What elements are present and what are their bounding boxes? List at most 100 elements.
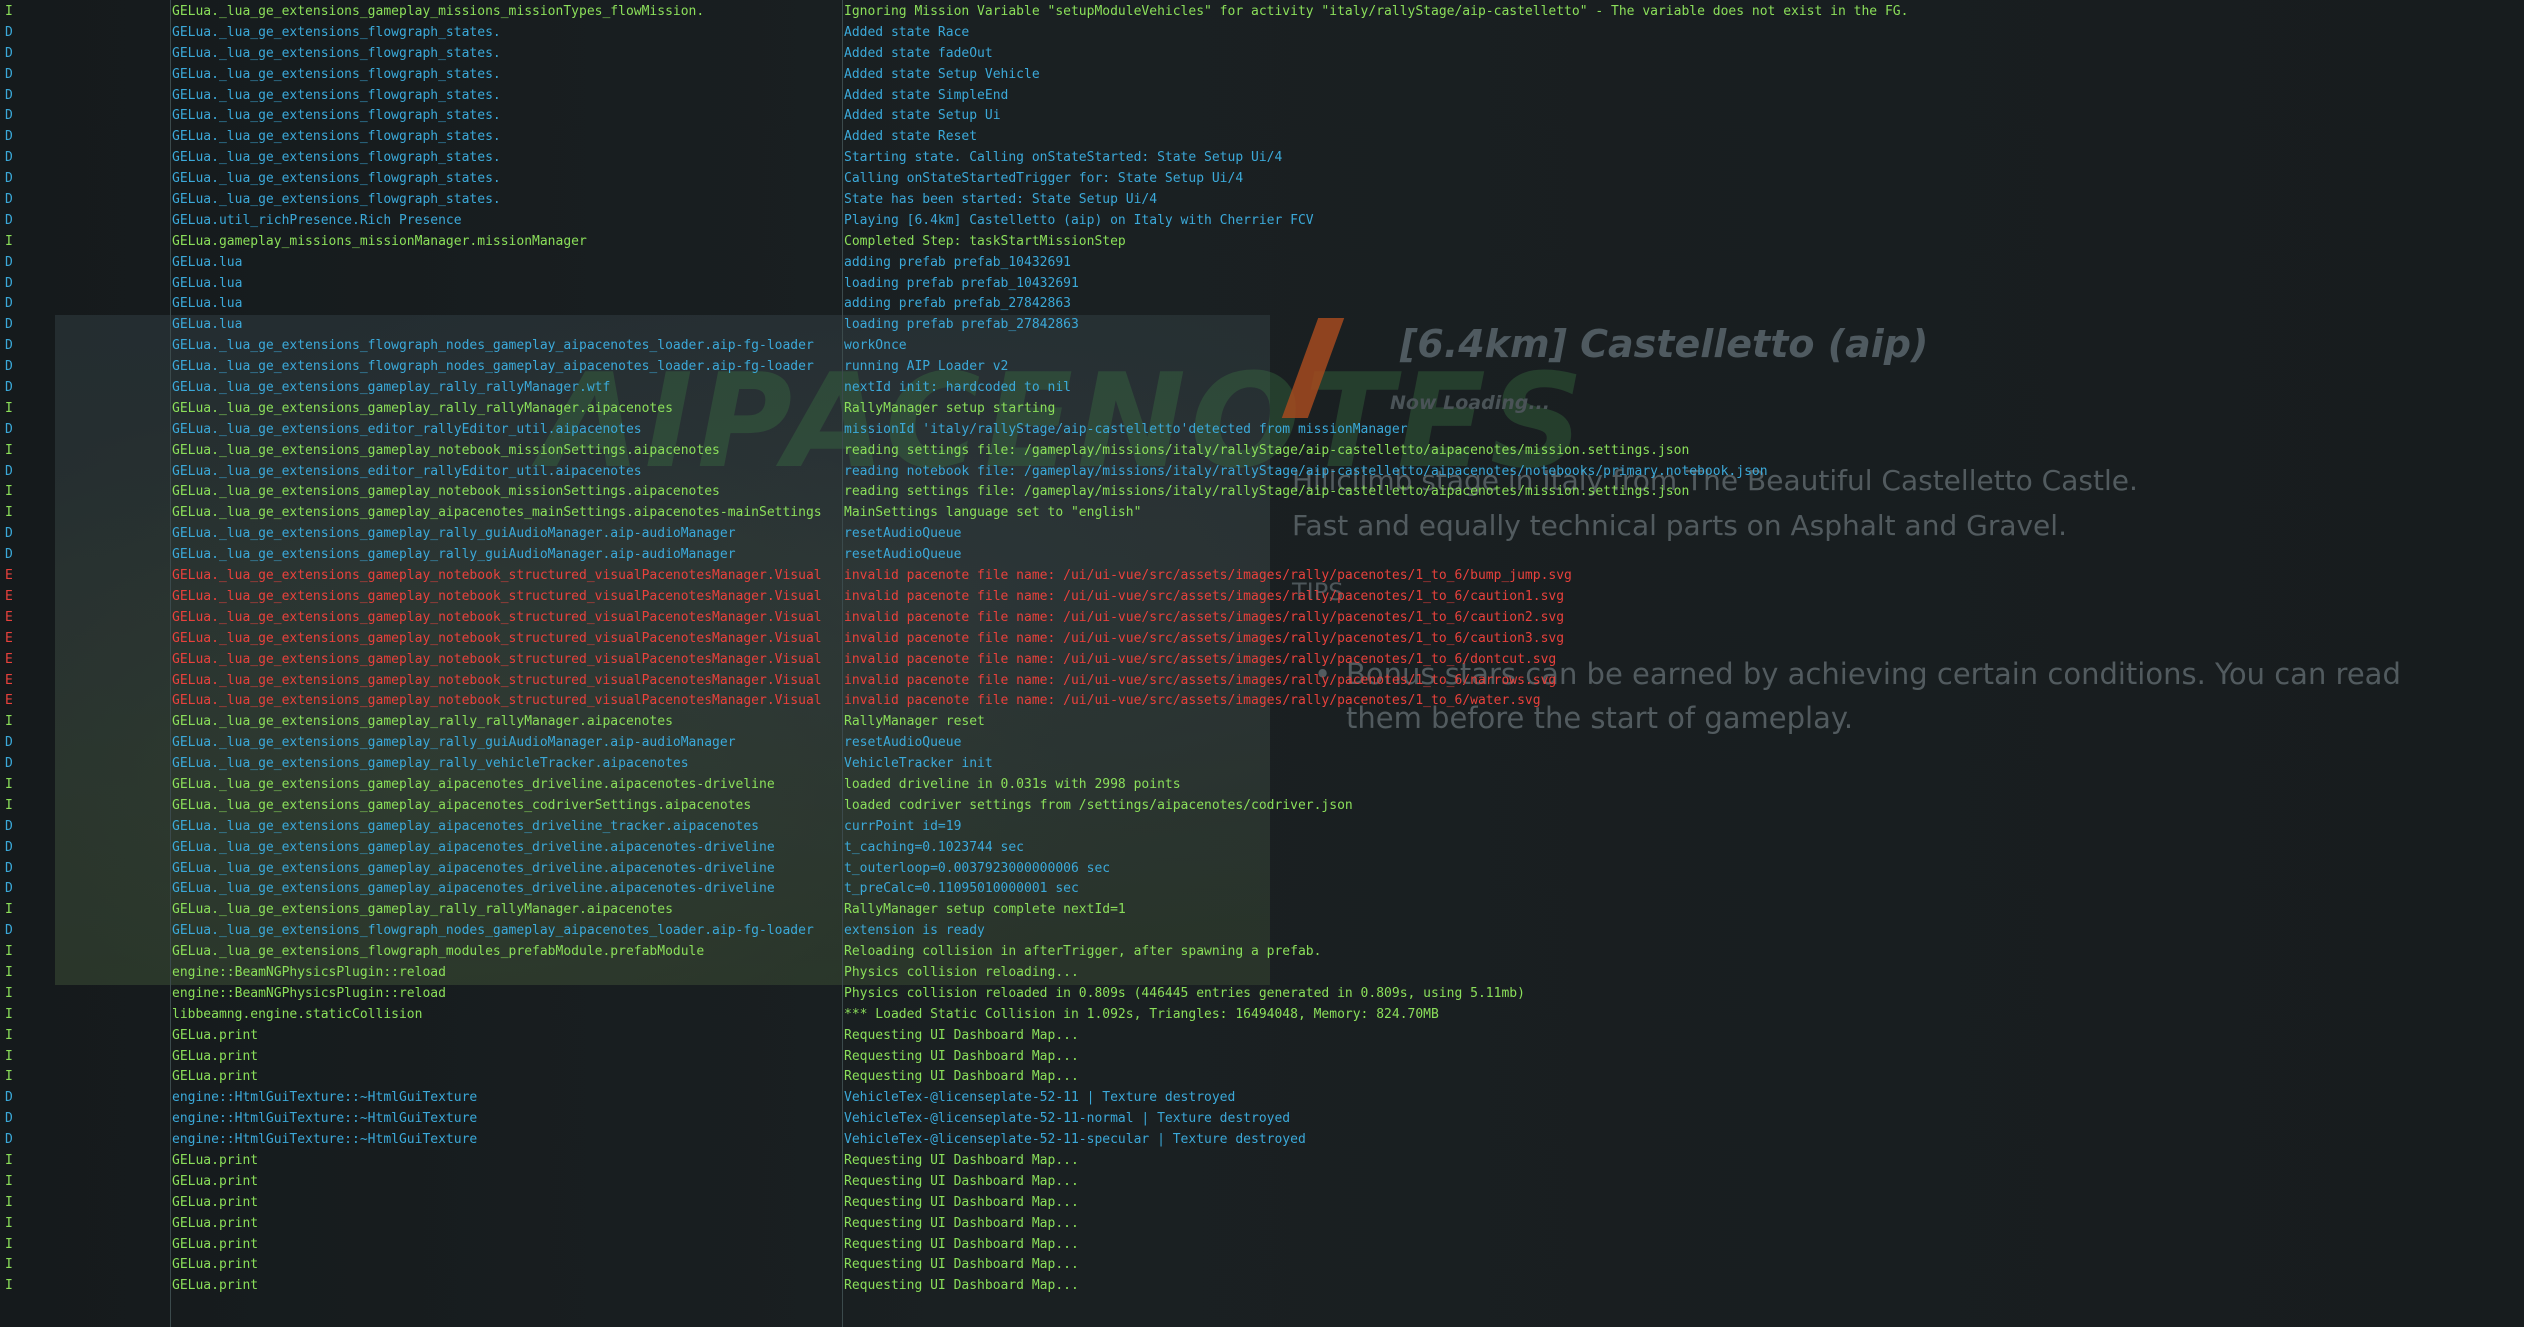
log-message: RallyManager setup complete nextId=1 bbox=[844, 902, 1126, 918]
log-level: I bbox=[5, 1152, 13, 1168]
log-source: GELua._lua_ge_extensions_gameplay_rally_… bbox=[172, 526, 736, 542]
log-message: Requesting UI Dashboard Map... bbox=[844, 1236, 1079, 1252]
log-source: GELua._lua_ge_extensions_gameplay_notebo… bbox=[172, 588, 822, 604]
log-source: GELua._lua_ge_extensions_gameplay_aipace… bbox=[172, 881, 775, 897]
log-level: D bbox=[5, 338, 13, 354]
log-message: Physics collision reloading... bbox=[844, 964, 1079, 980]
log-source: GELua._lua_ge_extensions_flowgraph_nodes… bbox=[172, 923, 814, 939]
log-source: GELua._lua_ge_extensions_flowgraph_nodes… bbox=[172, 338, 814, 354]
log-message: loading prefab prefab_27842863 bbox=[844, 317, 1079, 333]
log-source: GELua._lua_ge_extensions_gameplay_aipace… bbox=[172, 797, 752, 813]
log-message: Starting state. Calling onStateStarted: … bbox=[844, 150, 1283, 166]
log-message: Added state Setup Ui bbox=[844, 108, 1001, 124]
log-message: running AIP Loader v2 bbox=[844, 359, 1009, 375]
log-level: I bbox=[5, 776, 13, 792]
log-level: D bbox=[5, 275, 13, 291]
log-source: GELua._lua_ge_extensions_gameplay_missio… bbox=[172, 4, 705, 19]
log-message: State has been started: State Setup Ui/4 bbox=[844, 192, 1158, 208]
log-source: libbeamng.engine.staticCollision bbox=[172, 1006, 423, 1022]
log-level: D bbox=[5, 839, 13, 855]
log-message: workOnce bbox=[844, 338, 907, 354]
log-message: invalid pacenote file name: /ui/ui-vue/s… bbox=[844, 672, 1557, 688]
log-level: I bbox=[5, 4, 13, 19]
log-level: D bbox=[5, 735, 13, 751]
log-source: engine::HtmlGuiTexture::~HtmlGuiTexture bbox=[172, 1111, 478, 1127]
log-level: I bbox=[5, 1006, 13, 1022]
log-level: D bbox=[5, 171, 13, 187]
log-message: Added state Reset bbox=[844, 129, 978, 145]
log-message: t_outerloop=0.0037923000000006 sec bbox=[844, 860, 1111, 876]
log-level: D bbox=[5, 881, 13, 897]
log-level: D bbox=[5, 296, 13, 312]
log-level: I bbox=[5, 1173, 13, 1189]
log-message: Requesting UI Dashboard Map... bbox=[844, 1048, 1079, 1064]
log-level: E bbox=[5, 630, 13, 646]
log-source: GELua.lua bbox=[172, 296, 243, 312]
log-level: D bbox=[5, 547, 13, 563]
log-level: I bbox=[5, 1257, 13, 1273]
log-message: reading settings file: /gameplay/mission… bbox=[844, 484, 1690, 500]
log-source: GELua.print bbox=[172, 1194, 259, 1210]
log-level-column: IDDDDDDDDDDIDDDDDDDIDIDIIDDEEEEEEEIDDIID… bbox=[5, 2, 25, 1297]
log-message: reading notebook file: /gameplay/mission… bbox=[844, 463, 1768, 479]
log-source: GELua.print bbox=[172, 1257, 259, 1273]
log-message: VehicleTex-@licenseplate-52-11-normal | … bbox=[844, 1111, 1291, 1127]
log-level: D bbox=[5, 1090, 13, 1106]
log-message: VehicleTex-@licenseplate-52-11-specular … bbox=[844, 1132, 1306, 1148]
log-message: reading settings file: /gameplay/mission… bbox=[844, 442, 1690, 458]
log-message: Requesting UI Dashboard Map... bbox=[844, 1152, 1079, 1168]
log-level: D bbox=[5, 254, 13, 270]
log-source: GELua._lua_ge_extensions_gameplay_notebo… bbox=[172, 609, 822, 625]
log-level: D bbox=[5, 66, 13, 82]
log-message: RallyManager setup starting bbox=[844, 400, 1056, 416]
log-message: Requesting UI Dashboard Map... bbox=[844, 1027, 1079, 1043]
log-level: D bbox=[5, 317, 13, 333]
log-level: I bbox=[5, 902, 13, 918]
log-source: GELua._lua_ge_extensions_flowgraph_state… bbox=[172, 108, 501, 124]
log-source: GELua.lua bbox=[172, 317, 243, 333]
log-level: D bbox=[5, 212, 13, 228]
log-level: I bbox=[5, 233, 13, 249]
log-source-column: GELua._lua_ge_extensions_gameplay_missio… bbox=[172, 2, 840, 1297]
log-source: GELua._lua_ge_extensions_gameplay_rally_… bbox=[172, 735, 736, 751]
log-source: GELua._lua_ge_extensions_gameplay_notebo… bbox=[172, 630, 822, 646]
log-level: I bbox=[5, 985, 13, 1001]
log-level: I bbox=[5, 797, 13, 813]
log-source: GELua.lua bbox=[172, 275, 243, 291]
log-level: D bbox=[5, 923, 13, 939]
log-level: D bbox=[5, 129, 13, 145]
log-level: I bbox=[5, 714, 13, 730]
log-level: D bbox=[5, 359, 13, 375]
log-source: GELua._lua_ge_extensions_gameplay_aipace… bbox=[172, 860, 775, 876]
log-message: currPoint id=19 bbox=[844, 818, 962, 834]
log-source: GELua.print bbox=[172, 1152, 259, 1168]
log-message: loaded driveline in 0.031s with 2998 poi… bbox=[844, 776, 1181, 792]
log-message: Requesting UI Dashboard Map... bbox=[844, 1069, 1079, 1085]
console-log[interactable]: IDDDDDDDDDDIDDDDDDDIDIDIIDDEEEEEEEIDDIID… bbox=[0, 0, 2524, 1327]
log-message: invalid pacenote file name: /ui/ui-vue/s… bbox=[844, 588, 1565, 604]
log-message: Requesting UI Dashboard Map... bbox=[844, 1257, 1079, 1273]
log-source: GELua._lua_ge_extensions_gameplay_rally_… bbox=[172, 902, 673, 918]
log-source: GELua._lua_ge_extensions_flowgraph_modul… bbox=[172, 944, 705, 960]
log-message-column: Ignoring Mission Variable "setupModuleVe… bbox=[844, 2, 2514, 1297]
log-message: MainSettings language set to "english" bbox=[844, 505, 1142, 521]
column-divider-level bbox=[170, 0, 171, 1327]
log-message: Added state fadeOut bbox=[844, 45, 993, 61]
log-level: D bbox=[5, 192, 13, 208]
log-source: GELua._lua_ge_extensions_gameplay_notebo… bbox=[172, 693, 822, 709]
log-message: Added state Race bbox=[844, 24, 970, 40]
log-message: loaded codriver settings from /settings/… bbox=[844, 797, 1353, 813]
log-source: GELua.lua bbox=[172, 254, 243, 270]
log-level: D bbox=[5, 1111, 13, 1127]
log-level: D bbox=[5, 526, 13, 542]
log-message: nextId init: hardcoded to nil bbox=[844, 380, 1071, 396]
log-level: I bbox=[5, 1027, 13, 1043]
log-level: I bbox=[5, 964, 13, 980]
log-source: GELua._lua_ge_extensions_flowgraph_nodes… bbox=[172, 359, 814, 375]
log-message: Physics collision reloaded in 0.809s (44… bbox=[844, 985, 1525, 1001]
log-level: I bbox=[5, 1194, 13, 1210]
log-source: GELua._lua_ge_extensions_flowgraph_state… bbox=[172, 192, 501, 208]
log-level: D bbox=[5, 756, 13, 772]
log-level: I bbox=[5, 1069, 13, 1085]
log-source: engine::BeamNGPhysicsPlugin::reload bbox=[172, 985, 446, 1001]
